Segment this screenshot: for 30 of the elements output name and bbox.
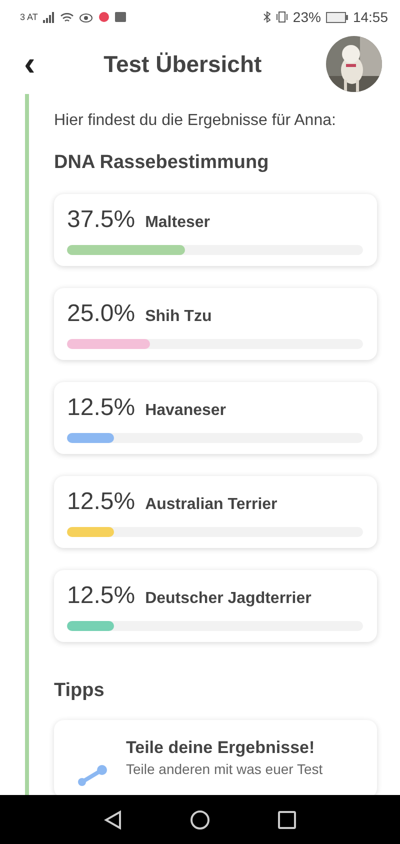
breed-name: Malteser — [145, 214, 210, 232]
intro-text: Hier findest du die Ergebnisse für Anna: — [54, 112, 337, 130]
breed-percentage: 37.5% — [67, 206, 136, 234]
bluetooth-icon — [262, 11, 271, 23]
recents-icon[interactable] — [278, 810, 296, 828]
battery-icon — [326, 12, 348, 22]
back-button[interactable]: ‹ — [20, 49, 40, 79]
breed-name: Australian Terrier — [145, 496, 278, 514]
breed-name: Shih Tzu — [145, 308, 212, 326]
tip-text: Teile anderen mit was euer Test — [126, 761, 323, 777]
clock: 14:55 — [352, 9, 388, 25]
section-title: Tipps — [54, 680, 106, 702]
breed-percentage: 12.5% — [67, 394, 136, 422]
tip-title: Teile deine Ergebnisse! — [126, 738, 316, 758]
breed-name: Deutscher Jagdterrier — [145, 590, 312, 608]
battery-percent: 23% — [292, 9, 321, 25]
breed-percentage: 12.5% — [67, 582, 136, 610]
breed-percentage: 12.5% — [67, 488, 136, 516]
wifi-icon — [60, 12, 74, 22]
app-icon — [114, 12, 126, 22]
eye-icon — [78, 12, 93, 22]
signal-icon — [42, 12, 55, 22]
page-title: Test Übersicht — [102, 50, 263, 78]
vibrate-icon — [276, 11, 288, 23]
breed-percentage: 25.0% — [67, 300, 136, 328]
carrier-label: 3 AT — [20, 12, 38, 22]
back-icon[interactable] — [104, 810, 122, 830]
home-icon[interactable] — [190, 810, 210, 830]
breed-name: Havaneser — [145, 402, 226, 420]
section-title: DNA Rassebestimmung — [54, 152, 270, 174]
